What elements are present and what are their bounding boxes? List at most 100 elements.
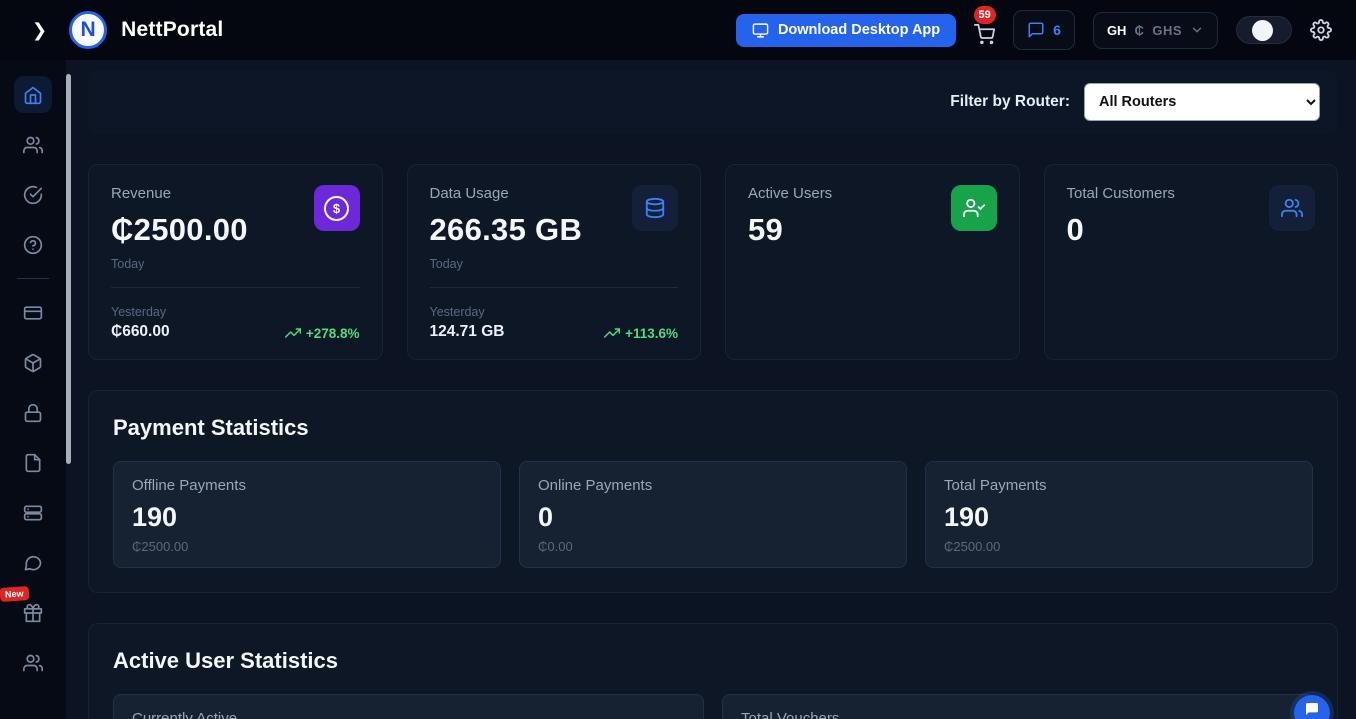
- cart-badge: 59: [974, 6, 996, 24]
- stat-cards-row: Revenue ₵2500.00 Today $ Yesterday ₵660.…: [88, 164, 1338, 360]
- cart-icon: [974, 24, 995, 45]
- active-user-statistics-section: Active User Statistics Currently Active …: [88, 623, 1338, 719]
- user-check-icon-badge: [951, 185, 997, 231]
- download-desktop-app-button[interactable]: Download Desktop App: [736, 14, 956, 47]
- users-icon: [23, 135, 43, 155]
- mini-card-count: 190: [944, 502, 1294, 533]
- sidebar-expand-icon[interactable]: ❯: [32, 20, 47, 41]
- stat-card-active-users: Active Users 59: [725, 164, 1020, 360]
- sidebar-item-packages[interactable]: [14, 344, 52, 381]
- currency-selector[interactable]: GH ₵ GHS: [1093, 12, 1218, 49]
- currency-code: GHS: [1152, 23, 1182, 38]
- navbar-actions: Download Desktop App 59 6 GH ₵ GHS: [736, 10, 1332, 50]
- sidebar-divider: [17, 278, 49, 279]
- chat-icon: [1027, 21, 1045, 39]
- sidebar-item-whats-new[interactable]: New: [14, 594, 52, 631]
- total-vouchers-card: Total Vouchers: [722, 694, 1313, 719]
- sidebar-item-reports[interactable]: [14, 444, 52, 481]
- trend-value: +113.6%: [625, 326, 678, 341]
- mini-card-amount: ₵2500.00: [944, 539, 1294, 554]
- stat-title: Active Users: [748, 185, 832, 202]
- sidebar-item-vouchers[interactable]: [14, 294, 52, 331]
- offline-payments-card: Offline Payments 190 ₵2500.00: [113, 461, 501, 568]
- theme-toggle-knob: [1252, 20, 1273, 41]
- sidebar-item-customers[interactable]: [14, 126, 52, 163]
- mini-card-label: Online Payments: [538, 477, 888, 494]
- stat-card-total-customers: Total Customers 0: [1044, 164, 1339, 360]
- new-badge: New: [0, 586, 29, 602]
- stat-value: 59: [748, 212, 832, 248]
- currency-country: GH: [1107, 23, 1127, 38]
- brand-name: NettPortal: [121, 18, 223, 42]
- stat-title: Data Usage: [430, 185, 583, 202]
- dollar-icon: $: [324, 196, 349, 221]
- sidebar-item-routers[interactable]: [14, 494, 52, 531]
- mini-card-count: 190: [132, 502, 482, 533]
- sidebar: New: [0, 60, 66, 719]
- mini-card-amount: ₵2500.00: [132, 539, 482, 554]
- mini-card-label: Total Vouchers: [741, 710, 1294, 719]
- payment-statistics-section: Payment Statistics Offline Payments 190 …: [88, 390, 1338, 593]
- package-icon: [23, 353, 43, 373]
- monitor-icon: [752, 22, 769, 39]
- messages-count: 6: [1053, 22, 1061, 38]
- divider: [430, 287, 679, 288]
- sidebar-item-help[interactable]: [14, 226, 52, 263]
- users-group-icon: [23, 653, 43, 673]
- scrollbar-thumb[interactable]: [66, 74, 71, 464]
- help-circle-icon: [23, 235, 43, 255]
- filter-label: Filter by Router:: [950, 93, 1070, 111]
- server-icon: [23, 503, 43, 523]
- online-payments-card: Online Payments 0 ₵0.00: [519, 461, 907, 568]
- revenue-icon-badge: $: [314, 185, 360, 231]
- router-filter-bar: Filter by Router: All Routers: [88, 70, 1338, 134]
- customers-icon-badge: [1269, 185, 1315, 231]
- top-navbar: ❯ N NettPortal Download Desktop App 59 6…: [0, 0, 1356, 60]
- trending-up-icon: [285, 325, 301, 341]
- chevron-down-icon: [1190, 23, 1204, 37]
- divider: [111, 287, 360, 288]
- user-check-icon: [963, 197, 985, 219]
- check-circle-icon: [23, 185, 43, 205]
- stat-value: 266.35 GB: [430, 212, 583, 248]
- message-circle-icon: [23, 553, 43, 573]
- settings-gear-icon[interactable]: [1310, 19, 1332, 41]
- mini-card-label: Total Payments: [944, 477, 1294, 494]
- yesterday-label: Yesterday: [111, 305, 170, 319]
- sidebar-item-dashboard[interactable]: [14, 76, 52, 113]
- sidebar-item-security[interactable]: [14, 394, 52, 431]
- mini-card-label: Offline Payments: [132, 477, 482, 494]
- stat-period: Today: [430, 257, 583, 271]
- stat-period: Today: [111, 257, 248, 271]
- stat-card-revenue: Revenue ₵2500.00 Today $ Yesterday ₵660.…: [88, 164, 383, 360]
- card-icon: [23, 303, 43, 323]
- stat-title: Total Customers: [1067, 185, 1175, 202]
- trending-up-icon: [604, 325, 620, 341]
- lock-icon: [23, 403, 43, 423]
- mini-card-label: Currently Active: [132, 710, 685, 719]
- main-content: Filter by Router: All Routers Revenue ₵2…: [66, 60, 1356, 719]
- cart-button[interactable]: 59: [974, 16, 995, 45]
- messages-button[interactable]: 6: [1013, 10, 1075, 50]
- app-logo: N: [69, 11, 107, 49]
- home-icon: [23, 85, 43, 105]
- router-filter-select[interactable]: All Routers: [1084, 83, 1320, 121]
- app-logo-initial: N: [81, 18, 96, 42]
- yesterday-value: 124.71 GB: [430, 323, 505, 341]
- sidebar-item-staff[interactable]: [14, 644, 52, 681]
- database-icon: [644, 197, 666, 219]
- currently-active-card: Currently Active: [113, 694, 704, 719]
- sidebar-item-approvals[interactable]: [14, 176, 52, 213]
- chat-bubble-icon: [1304, 701, 1320, 717]
- theme-toggle[interactable]: [1236, 16, 1292, 44]
- mini-card-amount: ₵0.00: [538, 539, 888, 554]
- sidebar-item-messages[interactable]: [14, 544, 52, 581]
- trend-value: +278.8%: [306, 326, 360, 341]
- document-icon: [23, 453, 43, 473]
- database-icon-badge: [632, 185, 678, 231]
- total-payments-card: Total Payments 190 ₵2500.00: [925, 461, 1313, 568]
- stat-card-data-usage: Data Usage 266.35 GB Today Yesterday 124…: [407, 164, 702, 360]
- active-user-statistics-title: Active User Statistics: [113, 648, 1313, 674]
- download-button-label: Download Desktop App: [778, 22, 940, 38]
- trend-up: +113.6%: [604, 325, 678, 341]
